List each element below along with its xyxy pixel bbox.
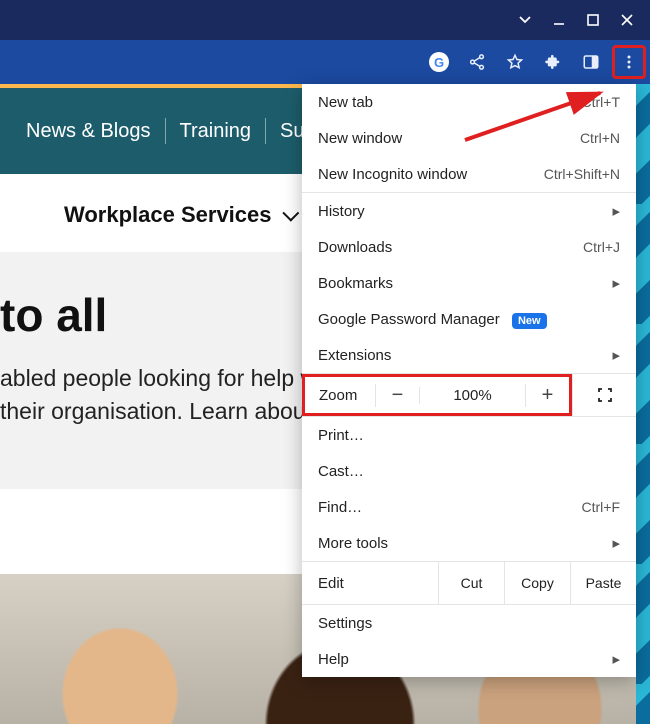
menu-new-tab[interactable]: New tab Ctrl+T	[302, 84, 636, 120]
menu-item-label: Downloads	[318, 239, 392, 256]
submenu-arrow-icon: ▸	[612, 650, 620, 668]
desktop-background-edge	[636, 84, 650, 724]
window-maximize-button[interactable]	[576, 5, 610, 35]
menu-item-shortcut: Ctrl+F	[582, 499, 621, 515]
menu-item-label: New Incognito window	[318, 166, 467, 183]
submenu-arrow-icon: ▸	[612, 534, 620, 552]
menu-item-label: New tab	[318, 94, 373, 111]
hero-body-line: their organisation. Learn about ou	[0, 398, 344, 424]
menu-more-tools[interactable]: More tools ▸	[302, 525, 636, 561]
edit-label: Edit	[302, 562, 438, 604]
menu-item-shortcut: Ctrl+J	[583, 239, 620, 255]
submenu-arrow-icon: ▸	[612, 274, 620, 292]
submenu-arrow-icon: ▸	[612, 202, 620, 220]
zoom-label: Zoom	[305, 387, 375, 404]
menu-print[interactable]: Print…	[302, 417, 636, 453]
menu-edit-row: Edit Cut Copy Paste	[302, 562, 636, 604]
menu-settings[interactable]: Settings	[302, 605, 636, 641]
menu-downloads[interactable]: Downloads Ctrl+J	[302, 229, 636, 265]
menu-item-label: Settings	[318, 615, 372, 632]
menu-item-label: New window	[318, 130, 402, 147]
share-icon[interactable]	[460, 45, 494, 79]
google-avatar-icon[interactable]: G	[422, 45, 456, 79]
window-close-button[interactable]	[610, 5, 644, 35]
side-panel-icon[interactable]	[574, 45, 608, 79]
window-minimize-button[interactable]	[542, 5, 576, 35]
paste-button[interactable]: Paste	[570, 562, 636, 604]
zoom-out-button[interactable]: −	[375, 384, 419, 407]
menu-item-label: Find…	[318, 499, 362, 516]
browser-toolbar: G	[0, 40, 650, 84]
menu-item-label: History	[318, 203, 365, 220]
menu-item-label: Extensions	[318, 347, 391, 364]
copy-button[interactable]: Copy	[504, 562, 570, 604]
cut-button[interactable]: Cut	[438, 562, 504, 604]
menu-new-incognito[interactable]: New Incognito window Ctrl+Shift+N	[302, 156, 636, 192]
nav-item[interactable]: Training	[166, 114, 266, 149]
bookmark-star-icon[interactable]	[498, 45, 532, 79]
nav-item[interactable]: News & Blogs	[12, 114, 165, 149]
menu-item-label: Google Password Manager New	[318, 311, 547, 328]
menu-item-shortcut: Ctrl+Shift+N	[544, 166, 620, 182]
menu-find[interactable]: Find… Ctrl+F	[302, 489, 636, 525]
menu-item-label: Help	[318, 651, 349, 668]
menu-item-label: Bookmarks	[318, 275, 393, 292]
menu-item-label: Print…	[318, 427, 364, 444]
window-titlebar	[0, 0, 650, 40]
menu-item-label: Cast…	[318, 463, 364, 480]
menu-bookmarks[interactable]: Bookmarks ▸	[302, 265, 636, 301]
zoom-in-button[interactable]: +	[525, 384, 569, 407]
menu-item-shortcut: Ctrl+N	[580, 130, 620, 146]
menu-zoom-row: Zoom − 100% +	[302, 374, 636, 416]
zoom-highlight-box: Zoom − 100% +	[302, 374, 572, 416]
submenu-arrow-icon: ▸	[612, 346, 620, 364]
menu-cast[interactable]: Cast…	[302, 453, 636, 489]
menu-extensions[interactable]: Extensions ▸	[302, 337, 636, 373]
menu-password-manager[interactable]: Google Password Manager New	[302, 301, 636, 337]
new-badge: New	[512, 313, 547, 329]
menu-help[interactable]: Help ▸	[302, 641, 636, 677]
extensions-puzzle-icon[interactable]	[536, 45, 570, 79]
fullscreen-button[interactable]	[572, 374, 636, 416]
menu-item-shortcut: Ctrl+T	[582, 94, 621, 110]
more-menu-button[interactable]	[612, 45, 646, 79]
chrome-main-menu: New tab Ctrl+T New window Ctrl+N New Inc…	[302, 84, 636, 677]
tab-dropdown-icon[interactable]	[508, 5, 542, 35]
menu-new-window[interactable]: New window Ctrl+N	[302, 120, 636, 156]
menu-history[interactable]: History ▸	[302, 193, 636, 229]
menu-item-label: More tools	[318, 535, 388, 552]
zoom-value: 100%	[419, 387, 525, 404]
